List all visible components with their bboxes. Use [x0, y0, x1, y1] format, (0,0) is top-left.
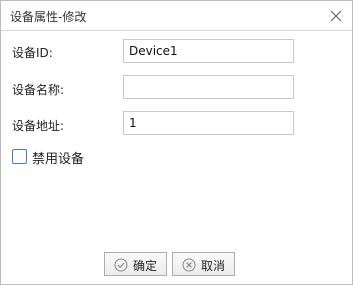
disable-device-label: 禁用设备 — [32, 152, 85, 167]
device-id-input[interactable] — [123, 39, 294, 63]
dialog-titlebar: 设备属性-修改 — [1, 1, 352, 31]
ok-button-label: 确定 — [133, 259, 158, 273]
device-id-label: 设备ID: — [12, 46, 53, 60]
ok-button[interactable]: 确定 — [104, 252, 167, 276]
cancel-button[interactable]: 取消 — [172, 252, 235, 276]
checkbox-box[interactable] — [12, 149, 27, 164]
close-icon[interactable] — [329, 8, 343, 22]
device-address-label: 设备地址: — [12, 119, 65, 133]
dialog-title: 设备属性-修改 — [10, 10, 87, 24]
device-name-label: 设备名称: — [12, 83, 65, 97]
device-properties-dialog: 设备属性-修改 设备ID: 设备名称: 设备地址: 禁用设备 确定 — [0, 0, 353, 285]
x-circle-icon — [182, 257, 196, 272]
device-name-input[interactable] — [123, 75, 294, 99]
check-circle-icon — [114, 257, 128, 272]
device-address-input[interactable] — [123, 111, 294, 135]
cancel-button-label: 取消 — [201, 259, 226, 273]
